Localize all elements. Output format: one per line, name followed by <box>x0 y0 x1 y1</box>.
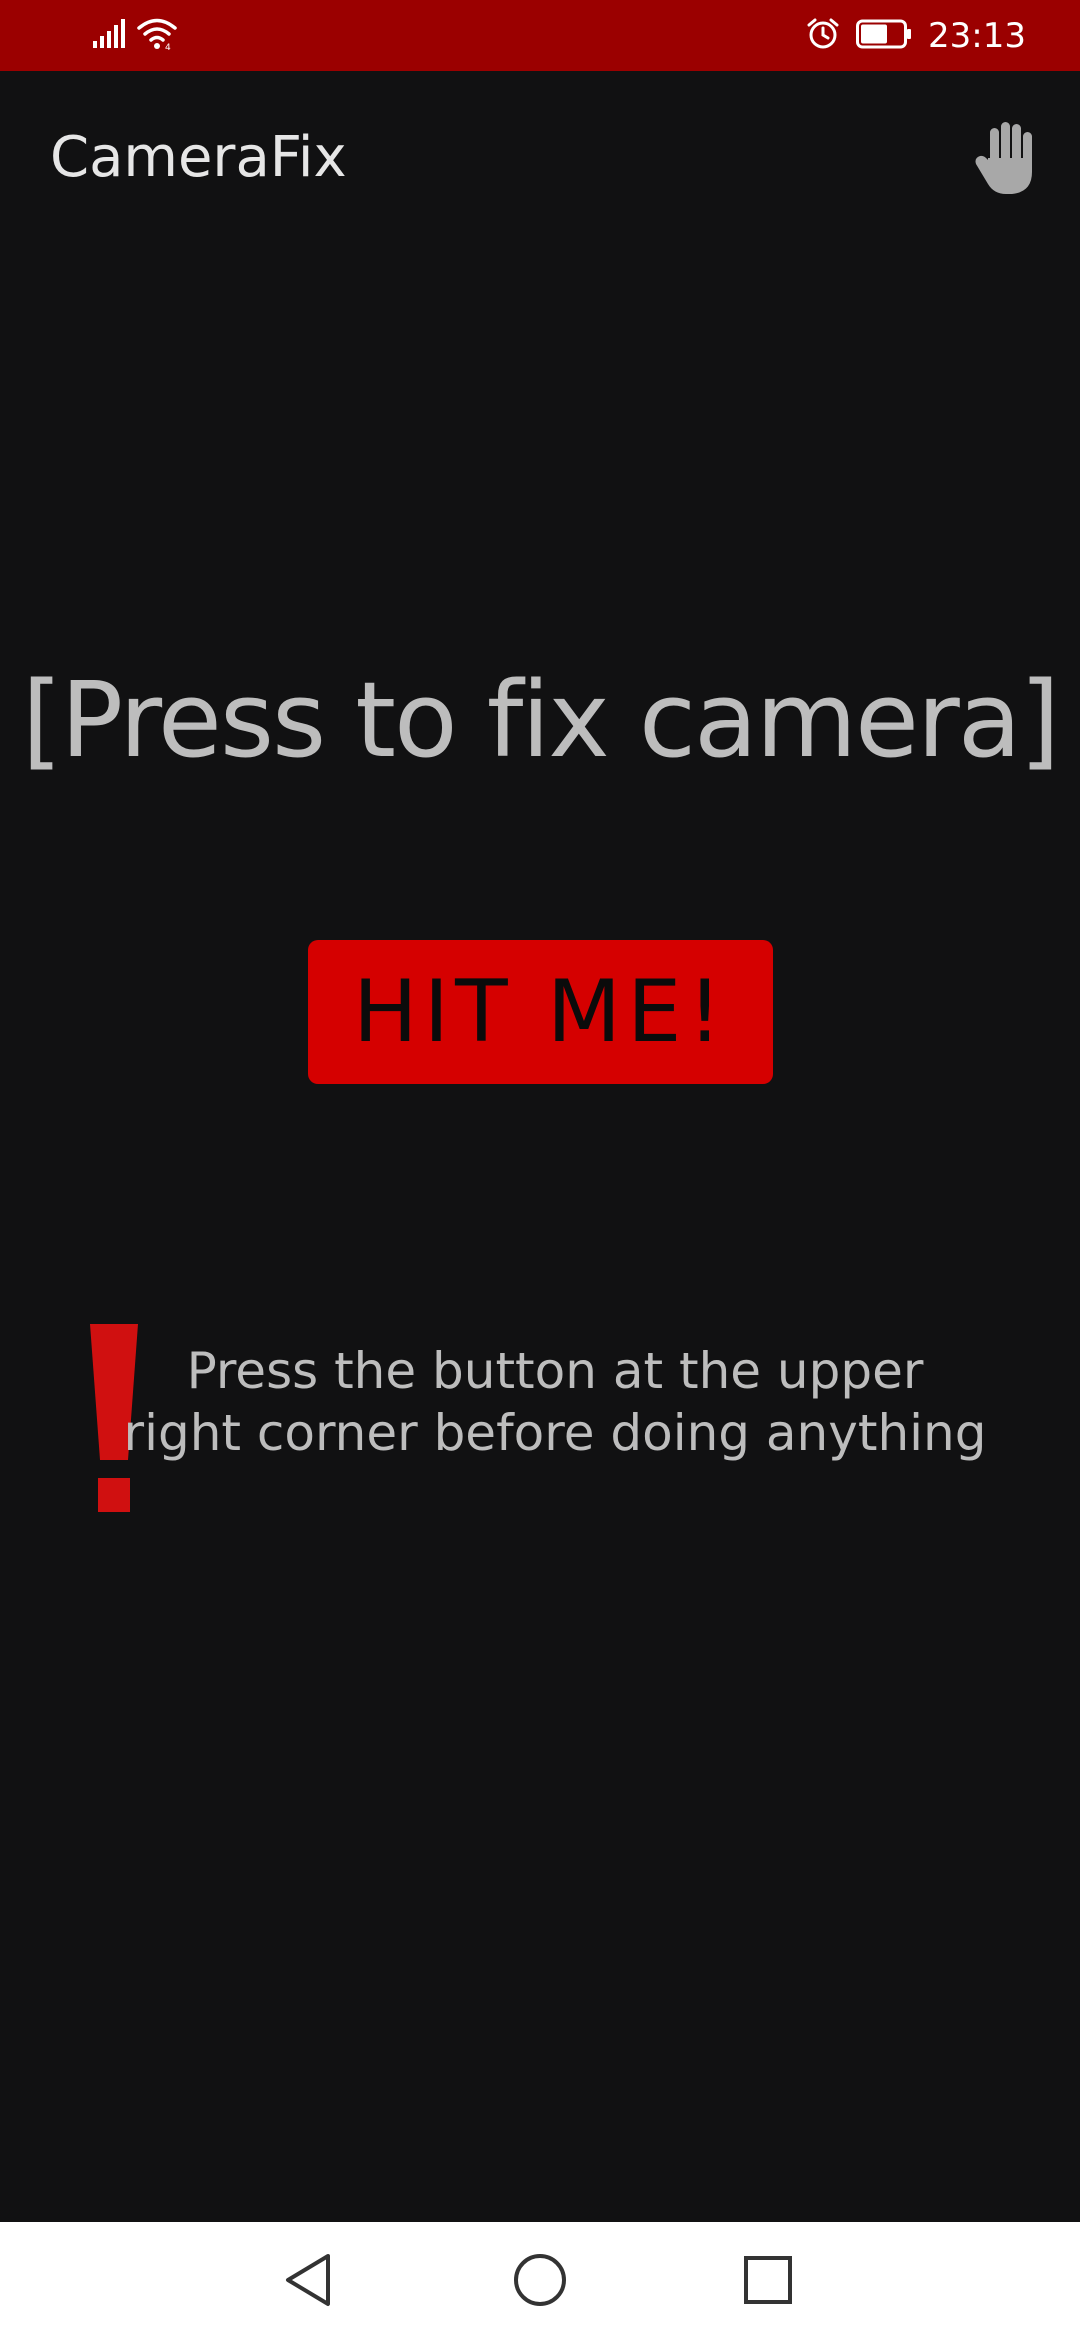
status-bar: 4 23:13 <box>0 0 1080 71</box>
status-right-icons: 23:13 <box>806 10 1026 62</box>
battery-icon <box>856 19 912 53</box>
screen: 4 23:13 CameraFix [Press to fix camera] … <box>0 0 1080 2340</box>
signal-icon <box>92 19 126 53</box>
status-left-icons: 4 <box>92 16 178 56</box>
recents-button[interactable] <box>738 2252 798 2312</box>
alarm-icon <box>806 17 840 55</box>
back-button[interactable] <box>278 2252 338 2312</box>
home-icon <box>512 2252 568 2312</box>
hit-me-button[interactable]: HIT ME! <box>308 940 773 1084</box>
hand-button[interactable] <box>960 112 1056 208</box>
navigation-bar <box>0 2222 1080 2340</box>
hand-icon <box>972 120 1044 200</box>
warning-text: Press the button at the upper right corn… <box>123 1342 987 1462</box>
fix-camera-prompt: [Press to fix camera] <box>21 659 1060 781</box>
wifi-icon: 4 <box>136 17 178 55</box>
app-title: CameraFix <box>50 125 347 190</box>
back-icon <box>282 2252 334 2312</box>
svg-text:4: 4 <box>165 43 171 51</box>
status-time: 23:13 <box>928 16 1026 56</box>
recents-icon <box>743 2255 793 2309</box>
home-button[interactable] <box>510 2252 570 2312</box>
